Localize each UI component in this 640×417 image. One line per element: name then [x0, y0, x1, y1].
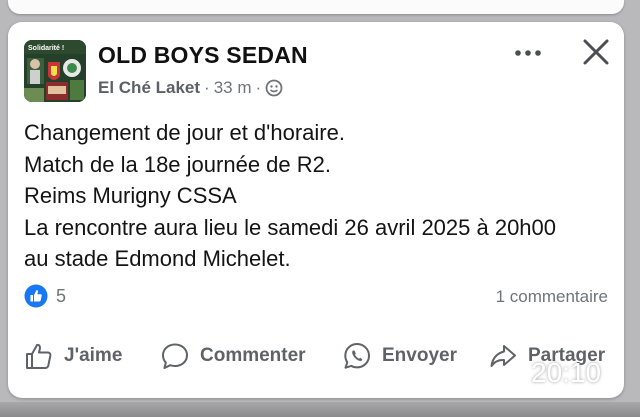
post-card: Solidarité ! OLD BOYS SEDAN El Ché Laket… — [8, 22, 624, 398]
share-icon — [490, 345, 516, 367]
reactions-summary[interactable]: 5 — [24, 284, 66, 308]
thumbs-up-icon — [26, 343, 52, 369]
video-timestamp: 20:10 — [531, 357, 602, 388]
post-text-line: Changement de jour et d'horaire. — [24, 120, 345, 145]
post-meta: El Ché Laket · 33 m · — [98, 78, 283, 98]
avatar-image: Solidarité ! — [24, 40, 86, 102]
close-button[interactable] — [580, 36, 612, 68]
post-text-line: Reims Murigny CSSA — [24, 183, 237, 208]
like-reaction-icon — [24, 284, 48, 308]
author-name[interactable]: El Ché Laket — [98, 78, 200, 98]
meta-separator: · — [204, 78, 210, 97]
whatsapp-icon — [344, 343, 370, 369]
send-button[interactable]: Envoyer — [342, 338, 457, 374]
like-label: J'aime — [64, 345, 123, 366]
comment-label: Commenter — [200, 345, 306, 366]
comment-icon — [162, 343, 188, 369]
public-globe-icon — [265, 79, 283, 97]
post-time[interactable]: 33 m — [214, 78, 252, 98]
post-text-line: Match de la 18e journée de R2. — [24, 151, 331, 177]
page-name[interactable]: OLD BOYS SEDAN — [98, 42, 308, 69]
comments-count[interactable]: 1 commentaire — [496, 287, 608, 307]
post-text-line: La rencontre aura lieu le samedi 26 avri… — [24, 214, 557, 240]
more-options-icon — [515, 50, 541, 56]
page-avatar[interactable]: Solidarité ! — [24, 40, 86, 102]
post-text: Changement de jour et d'horaire. Match d… — [24, 117, 614, 275]
comment-button[interactable]: Commenter — [160, 338, 306, 374]
post-text-line: au stade Edmond Michelet. — [24, 246, 291, 271]
reaction-count: 5 — [56, 285, 67, 306]
close-icon — [583, 39, 609, 65]
like-button[interactable]: J'aime — [24, 338, 122, 374]
bottom-bar — [0, 402, 640, 417]
avatar-caption: Solidarité ! — [28, 45, 64, 52]
more-options-button[interactable] — [511, 44, 545, 62]
meta-separator: · — [255, 78, 262, 97]
send-label: Envoyer — [382, 345, 457, 366]
previous-post-edge — [8, 0, 624, 14]
